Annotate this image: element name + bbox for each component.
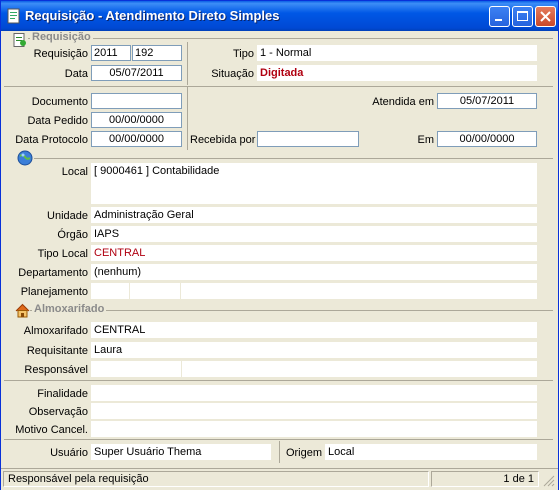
data-field[interactable]: 05/07/2011 [91,65,182,81]
almoxarifado-label: Almoxarifado [23,325,88,337]
section-title-requisicao: Requisição [30,31,93,44]
status-message: Responsável pela requisição [3,471,429,487]
usuario-field: Super Usuário Thema [91,444,271,460]
usuario-label: Usuário [50,447,88,459]
maximize-icon [517,11,528,21]
data-pedido-label: Data Pedido [27,115,88,127]
departamento-label: Departamento [18,267,88,279]
departamento-field: (nenhum) [91,264,537,280]
divider [4,439,553,440]
document-icon [13,33,26,47]
unidade-label: Unidade [47,210,88,222]
orgao-label: Órgão [57,229,88,241]
finalidade-field[interactable] [91,385,537,401]
tipo-label: Tipo [233,48,254,60]
data-label: Data [64,68,88,80]
local-field[interactable]: [ 9000461 ] Contabilidade [91,163,537,204]
divider [279,441,280,463]
tipo-local-label: Tipo Local [37,248,88,260]
requisitante-field[interactable]: Laura [91,342,537,358]
resize-grip-icon[interactable] [543,475,555,487]
planejamento-field-3[interactable] [181,283,537,299]
observacao-label: Observação [28,406,88,418]
planejamento-field-1[interactable] [91,283,129,299]
requisicao-ano-field[interactable]: 2011 [91,45,131,61]
responsavel-code-field[interactable] [91,361,181,377]
close-button[interactable] [535,6,556,27]
document-icon [7,8,20,24]
em-field[interactable]: 00/00/0000 [437,131,537,147]
data-pedido-field[interactable]: 00/00/0000 [91,112,182,128]
orgao-field: IAPS [91,226,537,242]
documento-label: Documento [31,96,88,108]
requisicao-numero-field[interactable]: 192 [132,45,182,61]
situacao-label: Situação [211,68,254,80]
title-bar[interactable]: Requisição - Atendimento Direto Simples [1,1,558,31]
finalidade-label: Finalidade [37,388,88,400]
observacao-field[interactable] [91,403,537,419]
status-page: 1 de 1 [431,471,539,487]
section-divider [28,38,553,39]
requisicao-label: Requisição [33,48,88,60]
globe-icon [17,150,33,166]
planejamento-label: Planejamento [20,286,88,298]
house-icon [15,303,30,318]
minimize-icon [495,19,502,21]
documento-field[interactable] [91,93,182,109]
requisitante-label: Requisitante [26,345,88,357]
window: Requisição - Atendimento Direto Simples … [0,0,559,490]
em-label: Em [417,134,435,146]
tipo-local-field: CENTRAL [91,245,537,261]
section-divider [34,158,553,159]
unidade-field: Administração Geral [91,207,537,223]
atendida-em-field[interactable]: 05/07/2011 [437,93,537,109]
minimize-button[interactable] [489,6,510,27]
planejamento-field-2[interactable] [130,283,180,299]
recebida-por-label: Recebida por [190,134,256,146]
section-title-almoxarifado: Almoxarifado [32,303,107,316]
situacao-field: Digitada [257,65,537,81]
data-protocolo-field[interactable]: 00/00/0000 [91,131,182,147]
maximize-button[interactable] [512,6,533,27]
status-bar: Responsável pela requisição 1 de 1 [1,468,558,490]
divider [187,87,188,150]
close-icon [540,11,551,22]
atendida-em-label: Atendida em [372,96,434,108]
origem-label: Origem [285,447,322,459]
motivo-cancel-field[interactable] [91,421,537,437]
responsavel-name-field[interactable] [182,361,537,377]
motivo-cancel-label: Motivo Cancel. [15,424,88,436]
window-title: Requisição - Atendimento Direto Simples [25,8,280,23]
local-label: Local [61,166,88,178]
origem-field: Local [325,444,537,460]
recebida-por-field[interactable] [257,131,359,147]
divider [4,86,553,87]
data-protocolo-label: Data Protocolo [15,134,88,146]
divider [4,380,553,381]
responsavel-label: Responsável [24,364,88,376]
almoxarifado-field[interactable]: CENTRAL [91,322,537,338]
form-area: Requisição Requisição 2011 192 Data 05/0… [4,31,555,468]
section-divider [30,310,553,311]
tipo-field[interactable]: 1 - Normal [257,45,537,61]
divider [187,42,188,85]
